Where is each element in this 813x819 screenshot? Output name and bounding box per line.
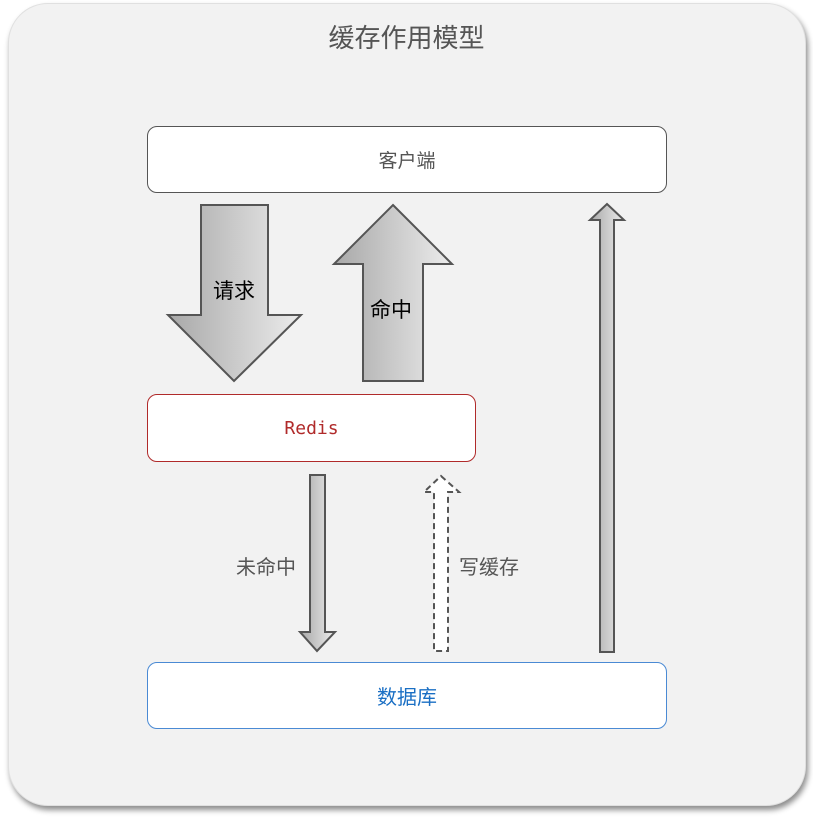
request-label: 请求: [213, 279, 255, 303]
hit-label: 命中: [370, 298, 412, 322]
miss-label: 未命中: [236, 555, 296, 579]
arrows-layer: 请求 命中 未命中 写缓存: [165, 202, 627, 653]
hit-arrow: [331, 203, 455, 382]
write-cache-arrow: [421, 474, 462, 652]
db-to-client-arrow: [587, 202, 627, 653]
miss-arrow: [297, 474, 338, 653]
write-cache-label: 写缓存: [459, 555, 519, 579]
